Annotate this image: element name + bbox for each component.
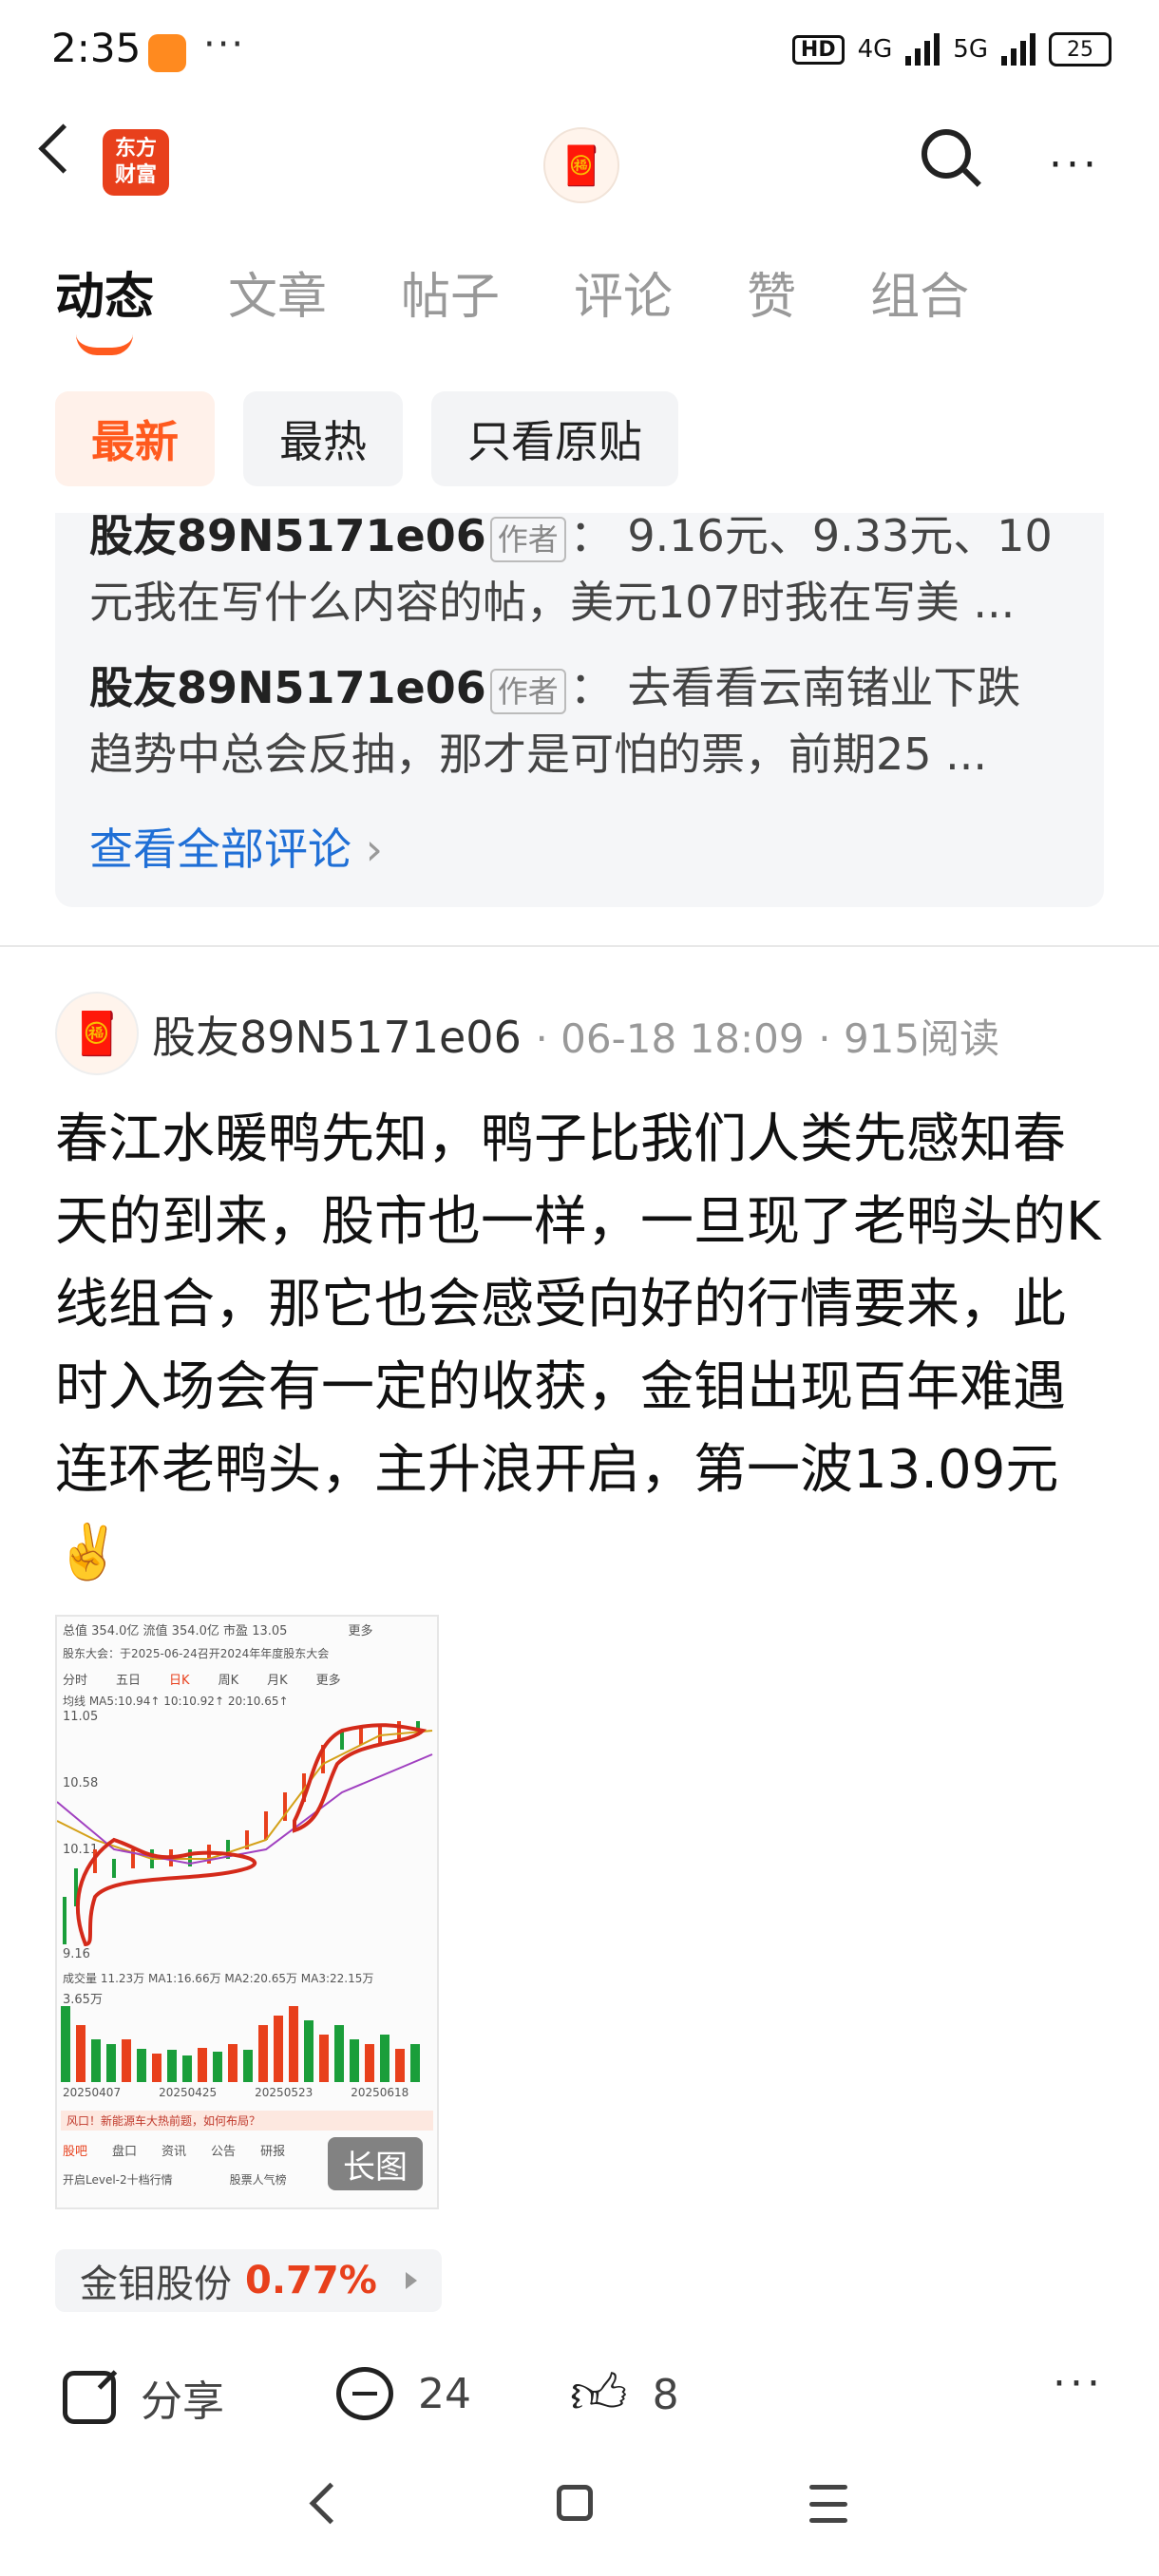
image-period-tabs: 分时 五日 日K 周K 月K 更多 [63, 1674, 341, 1688]
app-notification-icon [148, 34, 186, 72]
image-bottom-tabs: 股吧 盘口 资讯 公告 研报 [63, 2145, 286, 2159]
comment-count: 24 [418, 2369, 471, 2418]
image-date-axis: 20250407 20250425 20250523 20250618 [63, 2086, 409, 2099]
nav-home-icon[interactable] [557, 2485, 593, 2521]
back-icon[interactable] [38, 123, 88, 174]
post-actions: 分享 24 👍︎ 8 ··· [55, 2354, 1104, 2439]
author-tag: 作者 [489, 668, 566, 714]
comment-preview-box: 股友89N5171e06 作者： 9.16元、9.33元、10 元我在写什么内容的… [55, 510, 1104, 907]
tab-label: 动态 [55, 269, 155, 326]
image-bottom-items: 开启Level-2十档行情 股票人气榜 [63, 2173, 287, 2187]
filter-chips: 最新 最热 只看原贴 [55, 391, 678, 486]
stock-change: 0.77% [245, 2259, 377, 2302]
long-image-badge: 长图 [328, 2137, 423, 2190]
share-icon [63, 2371, 116, 2424]
profile-tabs: 动态 文章 帖子 评论 赞 组合 [55, 256, 1043, 355]
active-tab-indicator [76, 334, 133, 355]
fortune-god-icon: 🧧 [70, 1010, 124, 1058]
like-button[interactable]: 👍︎ 8 [570, 2361, 679, 2428]
candlestick-sketch [57, 1721, 433, 1947]
image-banner: 风口！新能源车大热前题，如何布局？ [61, 2111, 433, 2131]
status-time: 2:35 [51, 25, 142, 71]
comment-line-cont[interactable]: 元我在写什么内容的帖，美元107时我在写美 ... [89, 568, 1077, 636]
chevron-right-icon [405, 2272, 417, 2289]
battery-icon: 25 [1049, 32, 1112, 66]
volume-bars-sketch [61, 2006, 420, 2082]
comment-text: ： 去看看云南锗业下跌 [569, 662, 1021, 713]
filter-hottest[interactable]: 最热 [243, 391, 403, 486]
post-image-stock-chart[interactable]: 总值 354.0亿 流值 354.0亿 市盈 13.05 更多 股东大会：于20… [55, 1615, 439, 2209]
comment-author[interactable]: 股友89N5171e06 [89, 510, 486, 561]
user-avatar[interactable]: 🧧 [543, 127, 619, 203]
search-icon[interactable] [922, 129, 971, 179]
signal-5g-icon [1001, 33, 1036, 66]
status-bar: 2:35 ··· HD 4G 5G 25 [0, 0, 1159, 104]
tab-label: 帖子 [401, 269, 501, 326]
post-read-count: 915阅读 [843, 1015, 1000, 1062]
tab-likes[interactable]: 赞 [747, 256, 796, 328]
tab-portfolio[interactable]: 组合 [870, 256, 969, 328]
thumbs-up-icon: 👍︎ [570, 2361, 628, 2426]
tab-comments[interactable]: 评论 [574, 256, 673, 328]
tab-label: 评论 [574, 269, 674, 326]
tab-label: 赞 [747, 269, 797, 326]
like-count: 8 [652, 2370, 679, 2419]
filter-original-only[interactable]: 只看原贴 [431, 391, 678, 486]
comment-author[interactable]: 股友89N5171e06 [89, 662, 486, 713]
nav-recents-icon[interactable] [809, 2485, 847, 2523]
author-tag: 作者 [489, 516, 566, 562]
tab-posts[interactable]: 帖子 [401, 256, 500, 328]
divider [0, 945, 1159, 947]
app-logo[interactable]: 东方 财富 [103, 129, 169, 196]
network-4g-label: 4G [857, 35, 893, 64]
more-icon[interactable]: ··· [1049, 141, 1100, 189]
image-notice: 股东大会：于2025-06-24召开2024年年度股东大会 [63, 1647, 330, 1660]
tab-label: 组合 [870, 269, 970, 326]
post-body[interactable]: 春江水暖鸭先知，鸭子比我们人类先感知春天的到来，股市也一样，一旦现了老鸭头的K线… [55, 1098, 1110, 1594]
post-meta: 股友89N5171e06 · 06-18 18:09 · 915阅读 [152, 1012, 1000, 1063]
post-datetime: 06-18 18:09 [560, 1015, 805, 1062]
post-more-icon[interactable]: ··· [1053, 2359, 1104, 2408]
tab-label: 文章 [228, 269, 328, 326]
view-all-label: 查看全部评论 [89, 824, 352, 875]
fortune-god-icon: 🧧 [558, 143, 605, 188]
comment-text: ： 9.16元、9.33元、10 [569, 510, 1053, 561]
comment-line[interactable]: 股友89N5171e06 作者： 9.16元、9.33元、10 [89, 502, 1077, 570]
post-author-avatar[interactable]: 🧧 [55, 992, 139, 1075]
comment-button[interactable]: 24 [336, 2367, 471, 2420]
comment-icon [336, 2367, 393, 2420]
network-5g-label: 5G [953, 35, 988, 64]
tab-dynamic[interactable]: 动态 [55, 256, 155, 355]
comment-line[interactable]: 股友89N5171e06 作者： 去看看云南锗业下跌 [89, 653, 1077, 722]
comment-line-cont[interactable]: 趋势中总会反抽，那才是可怕的票，前期25 ... [89, 720, 1077, 788]
image-cap-row: 总值 354.0亿 流值 354.0亿 市盈 13.05 更多 [63, 1624, 373, 1638]
image-volume-line: 成交量 11.23万 MA1:16.66万 MA2:20.65万 MA3:22.… [63, 1972, 374, 1985]
chevron-right-icon: › [365, 824, 384, 875]
status-more-icon: ··· [203, 23, 246, 66]
related-stock-chip[interactable]: 金钼股份 0.77% [55, 2249, 442, 2312]
post-author-name[interactable]: 股友89N5171e06 [152, 1012, 522, 1063]
filter-latest[interactable]: 最新 [55, 391, 215, 486]
share-label: 分享 [141, 2377, 224, 2426]
status-indicators: HD 4G 5G 25 [791, 32, 1112, 66]
logo-line2: 财富 [114, 163, 157, 187]
tab-articles[interactable]: 文章 [228, 256, 327, 328]
signal-4g-icon [905, 33, 940, 66]
stock-name: 金钼股份 [80, 2263, 232, 2306]
logo-line1: 东方 [114, 137, 157, 161]
view-all-comments-link[interactable]: 查看全部评论 › [89, 815, 383, 878]
hd-icon: HD [791, 34, 845, 65]
share-button[interactable]: 分享 [63, 2367, 224, 2428]
